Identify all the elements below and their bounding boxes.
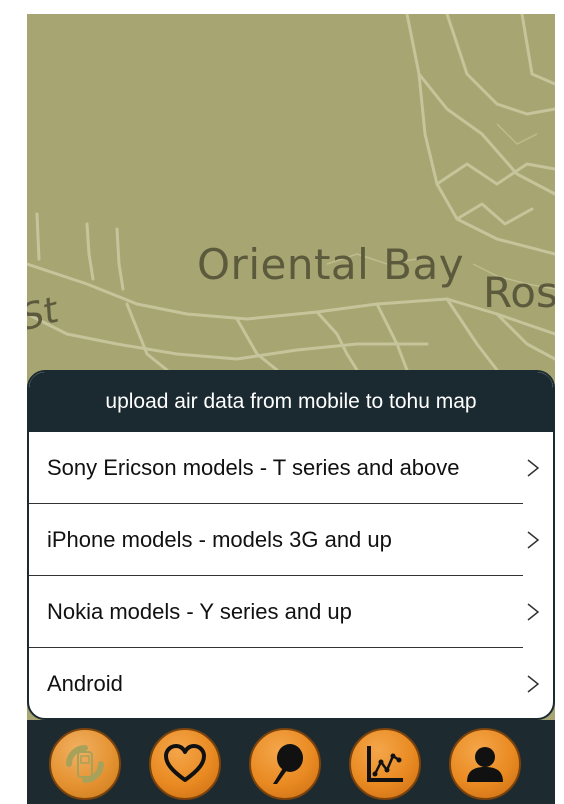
line-chart-icon (367, 746, 403, 782)
phone-screen: Oriental Bay Ros St upload air data from… (27, 14, 555, 804)
list-item-label: Android (47, 671, 123, 696)
tab-charts[interactable] (349, 728, 421, 800)
user-icon (467, 747, 503, 782)
list-item-iphone[interactable]: iPhone models - models 3G and up (29, 504, 553, 576)
map-pin-icon (273, 744, 303, 784)
panel-title: upload air data from mobile to tohu map (29, 372, 553, 432)
map-label-oriental-bay: Oriental Bay (197, 240, 465, 289)
upload-device-panel: upload air data from mobile to tohu map … (27, 370, 555, 720)
heart-icon (164, 744, 206, 782)
list-item-label: Sony Ericson models - T series and above (47, 455, 460, 480)
list-item-label: Nokia models - Y series and up (47, 599, 352, 624)
list-item-label: iPhone models - models 3G and up (47, 527, 392, 552)
bottom-tab-bar (27, 720, 555, 804)
tab-mobile-upload[interactable] (49, 728, 121, 800)
tab-map[interactable] (249, 728, 321, 800)
list-item-sony-ericson[interactable]: Sony Ericson models - T series and above (29, 432, 553, 504)
tab-favorites[interactable] (149, 728, 221, 800)
chevron-right-icon (527, 603, 540, 621)
list-item-android[interactable]: Android (29, 648, 553, 718)
map-label-ros: Ros (483, 268, 555, 317)
device-model-list: Sony Ericson models - T series and above… (29, 432, 553, 718)
chevron-right-icon (527, 459, 540, 477)
chevron-right-icon (527, 675, 540, 693)
list-item-nokia[interactable]: Nokia models - Y series and up (29, 576, 553, 648)
chevron-right-icon (527, 531, 540, 549)
mobile-phone-icon (66, 745, 104, 783)
tab-profile[interactable] (449, 728, 521, 800)
